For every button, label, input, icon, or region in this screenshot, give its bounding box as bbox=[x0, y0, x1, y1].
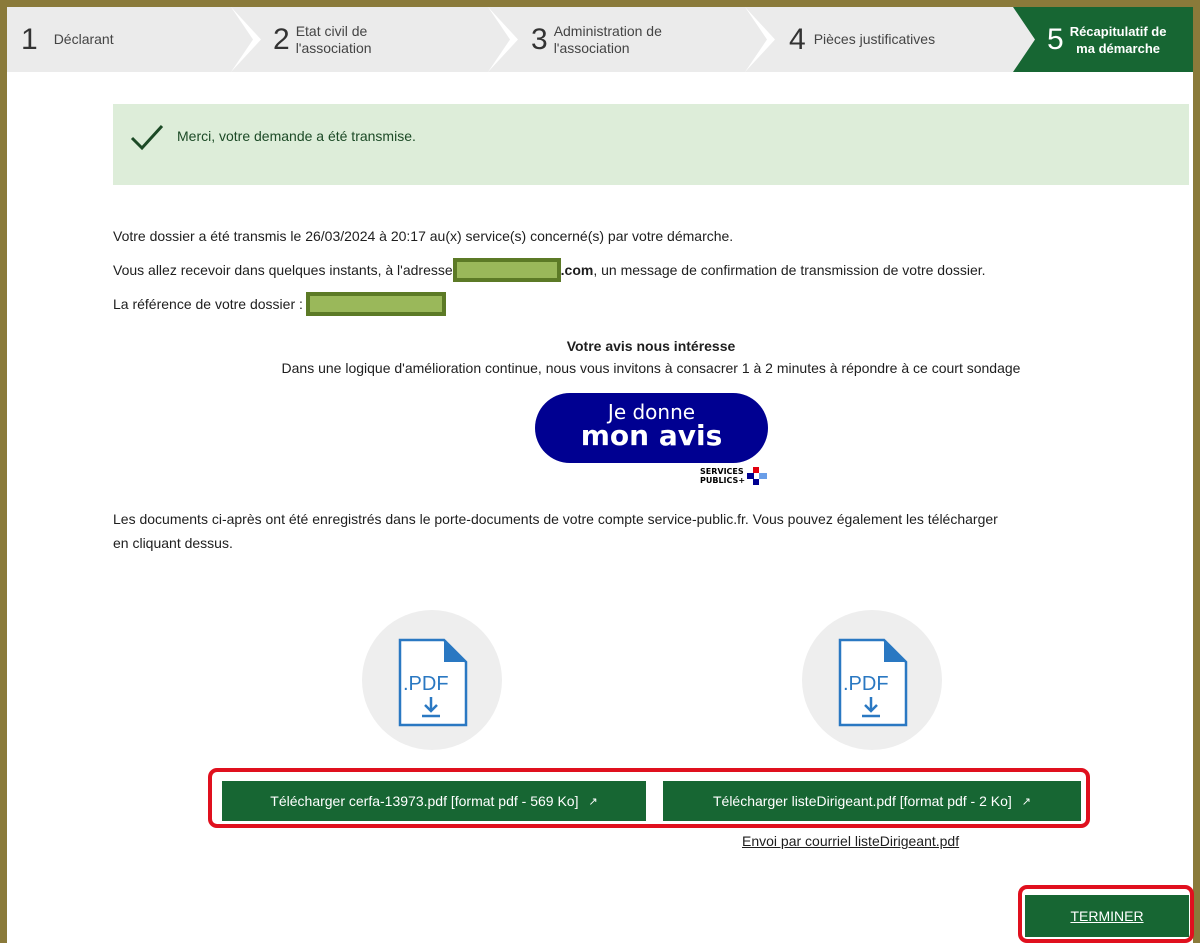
survey-title: Votre avis nous intéresse bbox=[566, 338, 736, 354]
step-5-active: 5 Récapitulatif de ma démarche bbox=[1013, 7, 1193, 72]
step-label: Récapitulatif de ma démarche bbox=[1069, 23, 1167, 56]
step-number: 4 bbox=[789, 22, 806, 56]
pdf-file-icon[interactable]: .PDF bbox=[362, 610, 502, 750]
services-publics-logo: SERVICES PUBLICS+ bbox=[700, 467, 768, 485]
step-separator bbox=[488, 7, 518, 72]
checkmark-icon bbox=[130, 124, 164, 151]
external-link-icon: ↗ bbox=[1021, 795, 1032, 808]
step-separator bbox=[231, 7, 261, 72]
email-info: Vous allez recevoir dans quelques instan… bbox=[113, 258, 986, 282]
success-message: Merci, votre demande a été transmise. bbox=[177, 128, 416, 144]
svg-text:.PDF: .PDF bbox=[843, 673, 889, 695]
success-banner: Merci, votre demande a été transmise. bbox=[113, 104, 1189, 185]
step-label: Pièces justificatives bbox=[813, 31, 936, 47]
progress-stepper: 1 Déclarant 2 Etat civil de l'association… bbox=[7, 7, 1193, 72]
reference-info: La référence de votre dossier : bbox=[113, 292, 446, 316]
step-number: 5 bbox=[1047, 22, 1064, 56]
terminer-button[interactable]: TERMINER bbox=[1025, 895, 1189, 937]
step-number: 2 bbox=[273, 22, 290, 56]
step-3: 3 Administration de l'association bbox=[531, 7, 662, 72]
documents-info: Les documents ci-après ont été enregistr… bbox=[113, 511, 998, 551]
svg-text:.PDF: .PDF bbox=[403, 673, 449, 695]
email-document-link[interactable]: Envoi par courriel listeDirigeant.pdf bbox=[742, 833, 959, 849]
give-feedback-button[interactable]: Je donne mon avis bbox=[535, 393, 768, 463]
step-label: Etat civil de l'association bbox=[295, 22, 372, 56]
step-separator bbox=[1013, 7, 1035, 72]
pdf-file-icon[interactable]: .PDF bbox=[802, 610, 942, 750]
step-4: 4 Pièces justificatives bbox=[789, 7, 935, 72]
step-label: Déclarant bbox=[53, 31, 114, 47]
step-number: 3 bbox=[531, 22, 548, 56]
redacted-reference bbox=[305, 292, 446, 316]
external-link-icon: ↗ bbox=[588, 795, 598, 808]
step-separator bbox=[745, 7, 775, 72]
step-label: Administration de l'association bbox=[553, 22, 662, 56]
step-number: 1 bbox=[21, 22, 38, 56]
survey-text: Dans une logique d'amélioration continue… bbox=[281, 360, 1021, 376]
services-publics-icon bbox=[747, 467, 768, 485]
step-1: 1 Déclarant bbox=[21, 7, 114, 72]
redacted-email bbox=[452, 258, 561, 282]
step-2: 2 Etat civil de l'association bbox=[273, 7, 372, 72]
download-liste-dirigeant-button[interactable]: Télécharger listeDirigeant.pdf [format p… bbox=[663, 781, 1081, 821]
download-cerfa-button[interactable]: Télécharger cerfa-13973.pdf [format pdf … bbox=[222, 781, 646, 821]
transmission-info: Votre dossier a été transmis le 26/03/20… bbox=[113, 228, 734, 244]
